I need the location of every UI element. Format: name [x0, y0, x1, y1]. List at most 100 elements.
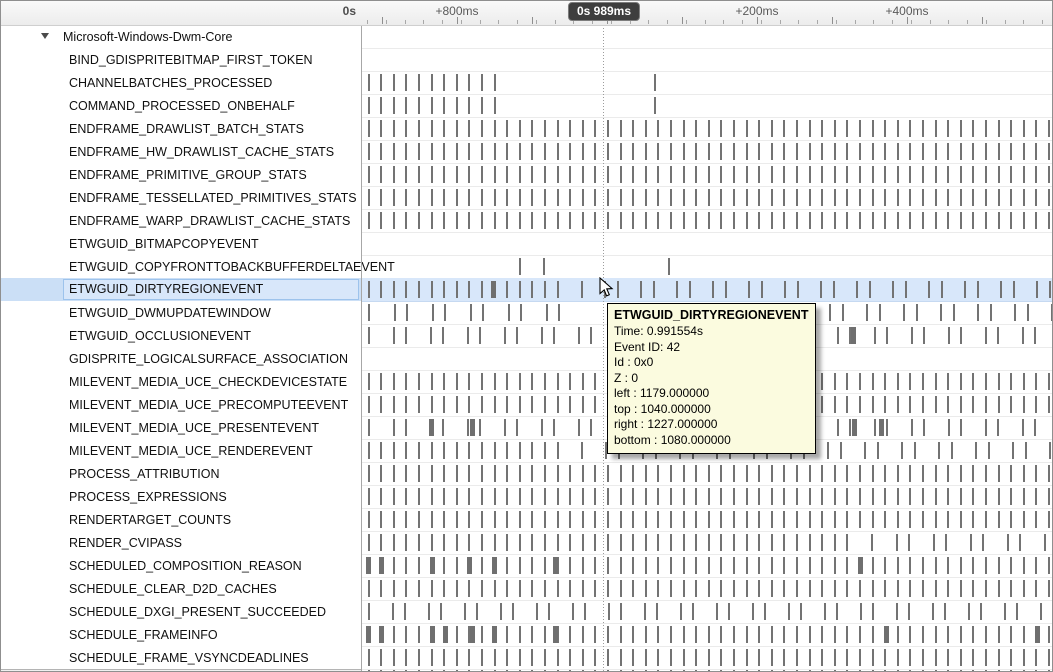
timeline-lane[interactable] — [362, 163, 1053, 187]
timeline-lane[interactable] — [362, 232, 1053, 256]
timeline-lane[interactable] — [362, 255, 1053, 279]
tree-item[interactable]: SCHEDULE_DXGI_PRESENT_SUCCEEDED — [1, 600, 361, 623]
event-tick — [443, 649, 445, 666]
event-tick — [896, 534, 898, 551]
event-tick-wide — [470, 626, 475, 643]
tree-item[interactable]: RENDER_CVIPASS — [1, 531, 361, 554]
tree-item[interactable]: MILEVENT_MEDIA_UCE_CHECKDEVICESTATE — [1, 370, 361, 393]
ruler-tick — [855, 20, 856, 24]
timeline-lane[interactable] — [362, 140, 1053, 164]
event-tick — [468, 189, 470, 206]
event-tick — [670, 580, 672, 597]
tree-item[interactable]: ENDFRAME_TESSELLATED_PRIMITIVES_STATS — [1, 186, 361, 209]
event-tick — [1022, 327, 1024, 344]
tree-item[interactable]: ENDFRAME_DRAWLIST_BATCH_STATS — [1, 117, 361, 140]
event-tick — [1035, 212, 1037, 229]
event-tick — [897, 580, 899, 597]
event-tick — [960, 327, 962, 344]
tree-item[interactable]: PROCESS_ATTRIBUTION — [1, 462, 361, 485]
event-tick — [840, 442, 842, 459]
event-tick — [985, 419, 987, 436]
event-tick — [569, 189, 571, 206]
timeline-lane[interactable] — [362, 48, 1053, 72]
tree-item[interactable]: MILEVENT_MEDIA_UCE_PRESENTEVENT — [1, 416, 361, 439]
event-tick — [905, 281, 907, 298]
event-tick — [758, 534, 760, 551]
event-tick — [393, 626, 395, 643]
event-tick — [581, 442, 583, 459]
timeline-lane[interactable] — [362, 508, 1053, 532]
event-tick — [821, 373, 823, 390]
event-tick — [1014, 304, 1016, 321]
tree-item[interactable]: RENDERTARGET_COUNTS — [1, 508, 361, 531]
event-tick — [418, 373, 420, 390]
tree-item[interactable]: GDISPRITE_LOGICALSURFACE_ASSOCIATION — [1, 347, 361, 370]
tree-item[interactable]: ENDFRAME_WARP_DRAWLIST_CACHE_STATS — [1, 209, 361, 232]
tree-item[interactable]: ETWGUID_DWMUPDATEWINDOW — [1, 301, 361, 324]
timeline-lane[interactable] — [362, 462, 1053, 486]
event-tick — [582, 534, 584, 551]
event-tick — [947, 649, 949, 666]
tree-item[interactable]: MILEVENT_MEDIA_UCE_PRECOMPUTEEVENT — [1, 393, 361, 416]
event-tick — [494, 97, 496, 114]
timeline-lane[interactable] — [362, 209, 1053, 233]
event-tick — [771, 166, 773, 183]
event-tick — [1019, 534, 1021, 551]
event-tick — [594, 143, 596, 160]
timeline-lane[interactable] — [362, 71, 1053, 95]
timeline-lane[interactable] — [362, 186, 1053, 210]
collapse-triangle-icon[interactable] — [41, 33, 49, 39]
event-tick — [456, 442, 458, 459]
timeline-lane[interactable] — [362, 278, 1053, 302]
event-tick-wide — [858, 557, 863, 574]
ruler-tick-major — [382, 17, 383, 24]
ruler-tick — [667, 20, 668, 24]
event-tick — [972, 649, 974, 666]
event-tick — [380, 442, 382, 459]
timeline-lane[interactable] — [362, 600, 1053, 624]
tree-item[interactable]: MILEVENT_MEDIA_UCE_RENDEREVENT — [1, 439, 361, 462]
tree-root-row[interactable]: Microsoft-Windows-Dwm-Core — [1, 25, 361, 48]
timeline-lane[interactable] — [362, 94, 1053, 118]
timeline-lane[interactable] — [362, 117, 1053, 141]
event-tick — [911, 419, 913, 436]
event-tick — [909, 626, 911, 643]
time-cursor-line[interactable] — [603, 25, 604, 672]
timeline-lane[interactable] — [362, 577, 1053, 601]
event-tick — [494, 74, 496, 91]
event-tick — [418, 281, 420, 298]
event-tick — [1016, 603, 1018, 620]
panel-divider[interactable] — [361, 1, 362, 672]
tree-item[interactable]: SCHEDULED_COMPOSITION_REASON — [1, 554, 361, 577]
tree-item[interactable]: ETWGUID_OCCLUSIONEVENT — [1, 324, 361, 347]
tree-item[interactable]: SCHEDULE_FRAMEINFO — [1, 623, 361, 646]
tree-item[interactable]: ENDFRAME_HW_DRAWLIST_CACHE_STATS — [1, 140, 361, 163]
tree-item[interactable]: ETWGUID_COPYFRONTTOBACKBUFFERDELTAEVENT — [1, 255, 361, 278]
tree-item[interactable]: SCHEDULE_CLEAR_D2D_CACHES — [1, 577, 361, 600]
event-tick — [393, 281, 395, 298]
timeline-lane[interactable] — [362, 531, 1053, 555]
tree-item[interactable]: ENDFRAME_PRIMITIVE_GROUP_STATS — [1, 163, 361, 186]
event-tick — [897, 626, 899, 643]
tree-item[interactable]: CHANNELBATCHES_PROCESSED — [1, 71, 361, 94]
event-tick — [897, 120, 899, 137]
tree-item[interactable]: PROCESS_EXPRESSIONS — [1, 485, 361, 508]
event-tick — [897, 373, 899, 390]
timeline-lane[interactable] — [362, 554, 1053, 578]
timeline-lane[interactable] — [362, 646, 1053, 670]
tree-item[interactable]: ETWGUID_BITMAPCOPYEVENT — [1, 232, 361, 255]
tree-item[interactable]: SCHEDULE_FRAME_VSYNCDEADLINES — [1, 646, 361, 669]
timeline-lane[interactable] — [362, 485, 1053, 509]
tree-item[interactable]: BIND_GDISPRITEBITMAP_FIRST_TOKEN — [1, 48, 361, 71]
event-tick — [368, 419, 370, 436]
tree-item[interactable]: COMMAND_PROCESSED_ONBEHALF — [1, 94, 361, 117]
event-tick — [960, 212, 962, 229]
event-tick — [506, 166, 508, 183]
tree-item[interactable]: ETWGUID_DIRTYREGIONEVENT — [1, 278, 361, 301]
event-tick — [557, 488, 559, 505]
event-tick — [1035, 557, 1037, 574]
time-ruler[interactable]: 0s +800ms+200ms+400ms — [1, 1, 1052, 26]
event-tick — [1010, 557, 1012, 574]
timeline-lane[interactable] — [362, 25, 1053, 49]
timeline-lane[interactable] — [362, 623, 1053, 647]
